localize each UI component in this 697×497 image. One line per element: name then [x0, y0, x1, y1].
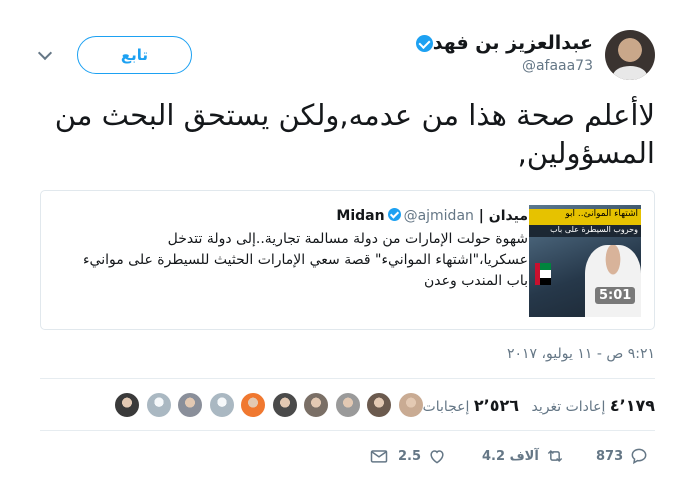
- avatar-default-icon[interactable]: [208, 392, 235, 418]
- author-avatar[interactable]: [605, 30, 655, 80]
- tweet-text: لاأعلم صحة هذا من عدمه,ولكن يستحق البحث …: [54, 98, 655, 170]
- envelope-icon: [370, 450, 388, 463]
- likes-stat-label: إعجابات: [422, 399, 470, 415]
- retweet-action[interactable]: 4.2 آلاف: [482, 444, 565, 468]
- avatar-photo-icon[interactable]: [366, 392, 392, 418]
- liker-avatars: [112, 392, 424, 420]
- quoted-verified-icon: [387, 208, 401, 221]
- divider: [40, 378, 655, 379]
- uae-flag-icon: [535, 263, 551, 285]
- verified-badge-icon: [416, 35, 433, 52]
- avatar-photo-icon[interactable]: [334, 392, 361, 418]
- reply-icon: [631, 448, 647, 465]
- quoted-handle[interactable]: @ajmidan: [404, 208, 474, 224]
- like-action[interactable]: 2.5: [398, 444, 447, 468]
- avatar-photo-icon[interactable]: [177, 392, 203, 418]
- thumbnail-title: اشتهاء الموانئ.. أبو: [529, 209, 641, 225]
- avatar-photo-icon[interactable]: [303, 392, 329, 418]
- avatar-photo-icon[interactable]: [271, 392, 298, 418]
- retweets-stat[interactable]: ٤٬١٧٩ إعادات تغريد: [532, 396, 655, 415]
- heart-icon: [430, 450, 444, 464]
- tweet-timestamp[interactable]: ٩:٢١ ص - ١١ يوليو، ٢٠١٧: [507, 346, 655, 362]
- retweet-count: 4.2 آلاف: [482, 448, 539, 464]
- retweets-stat-count: ٤٬١٧٩: [609, 396, 655, 415]
- follow-button[interactable]: تابع: [77, 36, 192, 74]
- thumbnail-person: [585, 245, 641, 317]
- thumbnail-subtitle: وحروب السيطرة على باب: [529, 225, 641, 237]
- retweets-stat-label: إعادات تغريد: [531, 399, 606, 415]
- author-handle[interactable]: @afaaa73: [522, 58, 593, 74]
- author-display-name[interactable]: عبدالعزيز بن فهد: [433, 32, 593, 54]
- likes-stat-count: ٢٬٥٢٦: [473, 396, 519, 415]
- chevron-down-icon[interactable]: [37, 45, 53, 61]
- video-duration: 5:01: [595, 287, 636, 304]
- video-thumbnail[interactable]: اشتهاء الموانئ.. أبو وحروب السيطرة على ب…: [529, 205, 641, 317]
- avatar-default-icon[interactable]: [145, 392, 172, 418]
- quoted-header: ميدان | Midan@ajmidan: [336, 208, 528, 224]
- avatar-photo-icon[interactable]: [114, 392, 140, 418]
- reply-action[interactable]: 873: [596, 444, 649, 468]
- direct-message-action[interactable]: [369, 444, 389, 468]
- retweet-icon: [547, 449, 563, 463]
- quoted-tweet-card[interactable]: اشتهاء الموانئ.. أبو وحروب السيطرة على ب…: [40, 190, 655, 330]
- avatar-photo-icon[interactable]: [240, 392, 266, 418]
- likes-stat[interactable]: ٢٬٥٢٦ إعجابات: [423, 396, 519, 415]
- avatar-photo-icon[interactable]: [397, 392, 424, 418]
- reply-count: 873: [596, 448, 624, 464]
- divider: [40, 430, 655, 431]
- quoted-text: شهوة حولت الإمارات من دولة مسالمة تجارية…: [82, 231, 528, 289]
- like-count: 2.5: [398, 448, 422, 464]
- tweet: عبدالعزيز بن فهد @afaaa73 تابع لاأعلم صح…: [0, 0, 697, 497]
